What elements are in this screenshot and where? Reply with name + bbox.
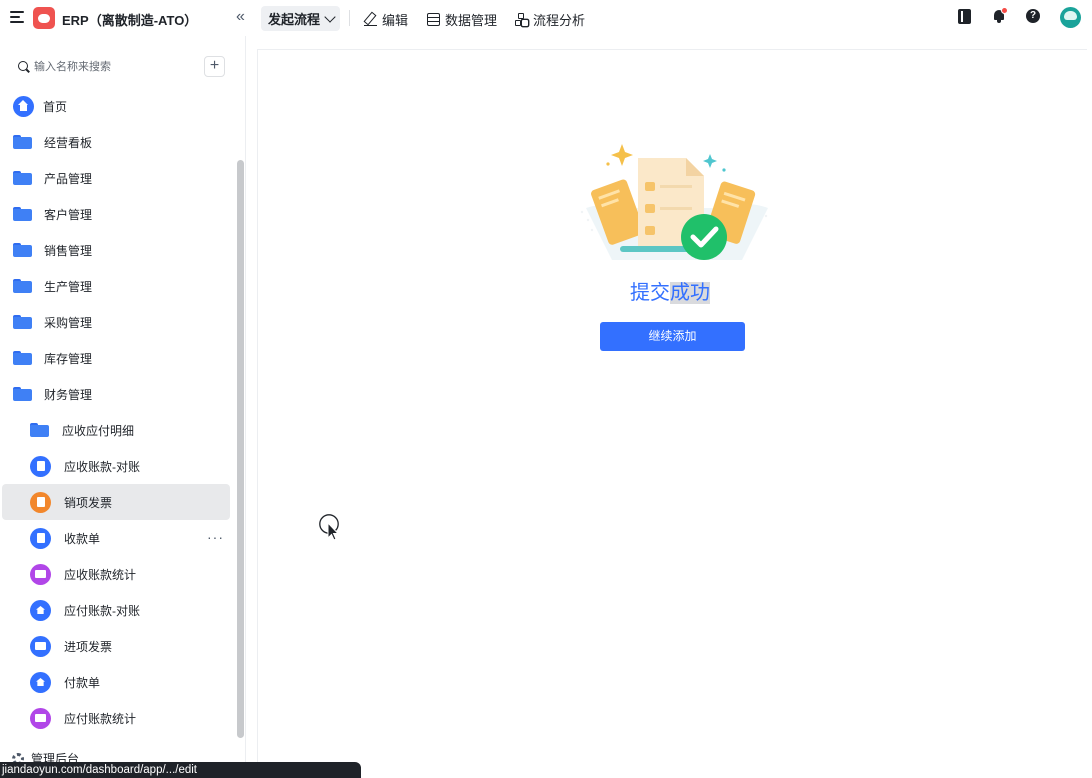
- search-icon: [18, 61, 28, 71]
- sidebar-item-finance[interactable]: 财务管理: [0, 376, 232, 412]
- sidebar-item-label: 采购管理: [44, 315, 93, 330]
- sidebar-item-label: 进项发票: [64, 639, 113, 654]
- sidebar-item-label: 生产管理: [44, 279, 93, 294]
- folder-icon: [30, 423, 49, 437]
- home-icon: [13, 95, 34, 117]
- flow-analysis-button[interactable]: 流程分析: [515, 10, 585, 29]
- menu-icon[interactable]: [10, 11, 24, 23]
- help-icon[interactable]: ?: [1026, 9, 1040, 23]
- chart-icon: [30, 707, 51, 729]
- sidebar-subitem-input-invoice[interactable]: 进项发票: [0, 628, 232, 664]
- sidebar-item-label: 应收账款-对账: [64, 459, 140, 474]
- sidebar-item-label: 客户管理: [44, 207, 93, 222]
- sidebar-item-dashboard[interactable]: 经营看板: [0, 124, 232, 160]
- flow-icon: [515, 13, 528, 26]
- success-text-selected: 成功: [670, 282, 710, 304]
- folder-icon: [13, 135, 32, 149]
- sidebar-item-production[interactable]: 生产管理: [0, 268, 232, 304]
- bell-icon[interactable]: [993, 7, 1008, 23]
- collapse-sidebar-icon[interactable]: «: [236, 9, 245, 25]
- search-input[interactable]: 输入名称来搜索: [18, 58, 111, 74]
- sidebar-subitem-receivable-payable-detail[interactable]: 应收应付明细: [0, 412, 232, 448]
- search-placeholder: 输入名称来搜索: [34, 61, 111, 73]
- sidebar-item-label: 产品管理: [44, 171, 93, 186]
- sidebar-item-label: 销售管理: [44, 243, 93, 258]
- chevron-down-icon: [324, 10, 336, 23]
- sidebar-item-customer[interactable]: 客户管理: [0, 196, 232, 232]
- sidebar-item-label: 应收应付明细: [62, 423, 135, 438]
- status-bar-url: jiandaoyun.com/dashboard/app/.../edit: [0, 762, 361, 778]
- sidebar: 输入名称来搜索 + 首页 经营看板 产品管理 客户管理 销售管理 生产管理 采购…: [0, 36, 246, 778]
- folder-icon: [13, 171, 32, 185]
- sidebar-subitem-receivable-stats[interactable]: 应收账款统计: [0, 556, 232, 592]
- more-options-icon[interactable]: ···: [207, 530, 224, 544]
- success-text-part1: 提交: [630, 282, 670, 304]
- folder-icon: [13, 243, 32, 257]
- edit-icon: [364, 13, 377, 26]
- mouse-cursor-icon: [319, 514, 340, 541]
- app-window: ERP（离散制造-ATO） « 发起流程 编辑 数据管理 流程分析 ? 输入名称: [0, 0, 1092, 778]
- avatar[interactable]: [1060, 7, 1081, 28]
- app-title: ERP（离散制造-ATO）: [62, 13, 198, 28]
- sidebar-item-label: 经营看板: [44, 135, 93, 150]
- notification-dot: [1001, 7, 1008, 14]
- sidebar-subitem-payable-stats[interactable]: 应付账款统计: [0, 700, 232, 736]
- sidebar-item-label: 财务管理: [44, 387, 93, 402]
- submit-success-title: 提交成功: [630, 276, 710, 305]
- folder-open-icon: [13, 387, 32, 401]
- divider: [349, 10, 350, 26]
- invoice-icon: [30, 491, 51, 513]
- folder-icon: [13, 315, 32, 329]
- sidebar-subitem-payable-reconcile[interactable]: 应付账款-对账: [0, 592, 232, 628]
- top-bar: ERP（离散制造-ATO） « 发起流程 编辑 数据管理 流程分析 ?: [0, 0, 1092, 36]
- sidebar-subitem-output-invoice[interactable]: 销项发票: [2, 484, 230, 520]
- sidebar-item-label: 应付账款统计: [64, 711, 137, 726]
- sidebar-item-label: 应付账款-对账: [64, 603, 140, 618]
- sidebar-item-home[interactable]: 首页: [0, 88, 232, 124]
- document-icon: [30, 455, 51, 477]
- chart-icon: [30, 563, 51, 585]
- folder-icon: [13, 351, 32, 365]
- sidebar-item-label: 付款单: [64, 675, 101, 690]
- sidebar-scrollbar[interactable]: [237, 160, 244, 738]
- sidebar-item-product[interactable]: 产品管理: [0, 160, 232, 196]
- sidebar-item-label: 收款单: [64, 531, 101, 546]
- edit-label: 编辑: [382, 13, 409, 28]
- sidebar-subitem-payment[interactable]: 付款单: [0, 664, 232, 700]
- data-manage-button[interactable]: 数据管理: [427, 10, 497, 29]
- success-illustration: [580, 144, 768, 260]
- house-icon: [30, 671, 51, 693]
- document-icon: [30, 527, 51, 549]
- sidebar-item-label: 首页: [43, 99, 68, 114]
- continue-add-button[interactable]: 继续添加: [600, 322, 745, 351]
- folder-icon: [13, 207, 32, 221]
- flow-analysis-label: 流程分析: [533, 13, 586, 28]
- sidebar-item-sales[interactable]: 销售管理: [0, 232, 232, 268]
- start-flow-button[interactable]: 发起流程: [261, 6, 340, 31]
- sidebar-item-label: 应收账款统计: [64, 567, 137, 582]
- house-icon: [30, 599, 51, 621]
- book-icon[interactable]: [958, 9, 971, 24]
- table-icon: [427, 13, 440, 26]
- edit-button[interactable]: 编辑: [364, 10, 408, 29]
- sidebar-subitem-receivable-reconcile[interactable]: 应收账款-对账: [0, 448, 232, 484]
- sidebar-item-purchase[interactable]: 采购管理: [0, 304, 232, 340]
- sidebar-item-inventory[interactable]: 库存管理: [0, 340, 232, 376]
- data-manage-label: 数据管理: [445, 13, 498, 28]
- folder-icon: [13, 279, 32, 293]
- start-flow-label: 发起流程: [268, 12, 321, 27]
- sidebar-item-label: 库存管理: [44, 351, 93, 366]
- add-button[interactable]: +: [204, 56, 225, 77]
- sidebar-item-label: 销项发票: [64, 495, 113, 510]
- sidebar-subitem-receipt[interactable]: 收款单 ···: [0, 520, 232, 556]
- card-icon: [30, 635, 51, 657]
- app-logo-icon: [33, 7, 55, 29]
